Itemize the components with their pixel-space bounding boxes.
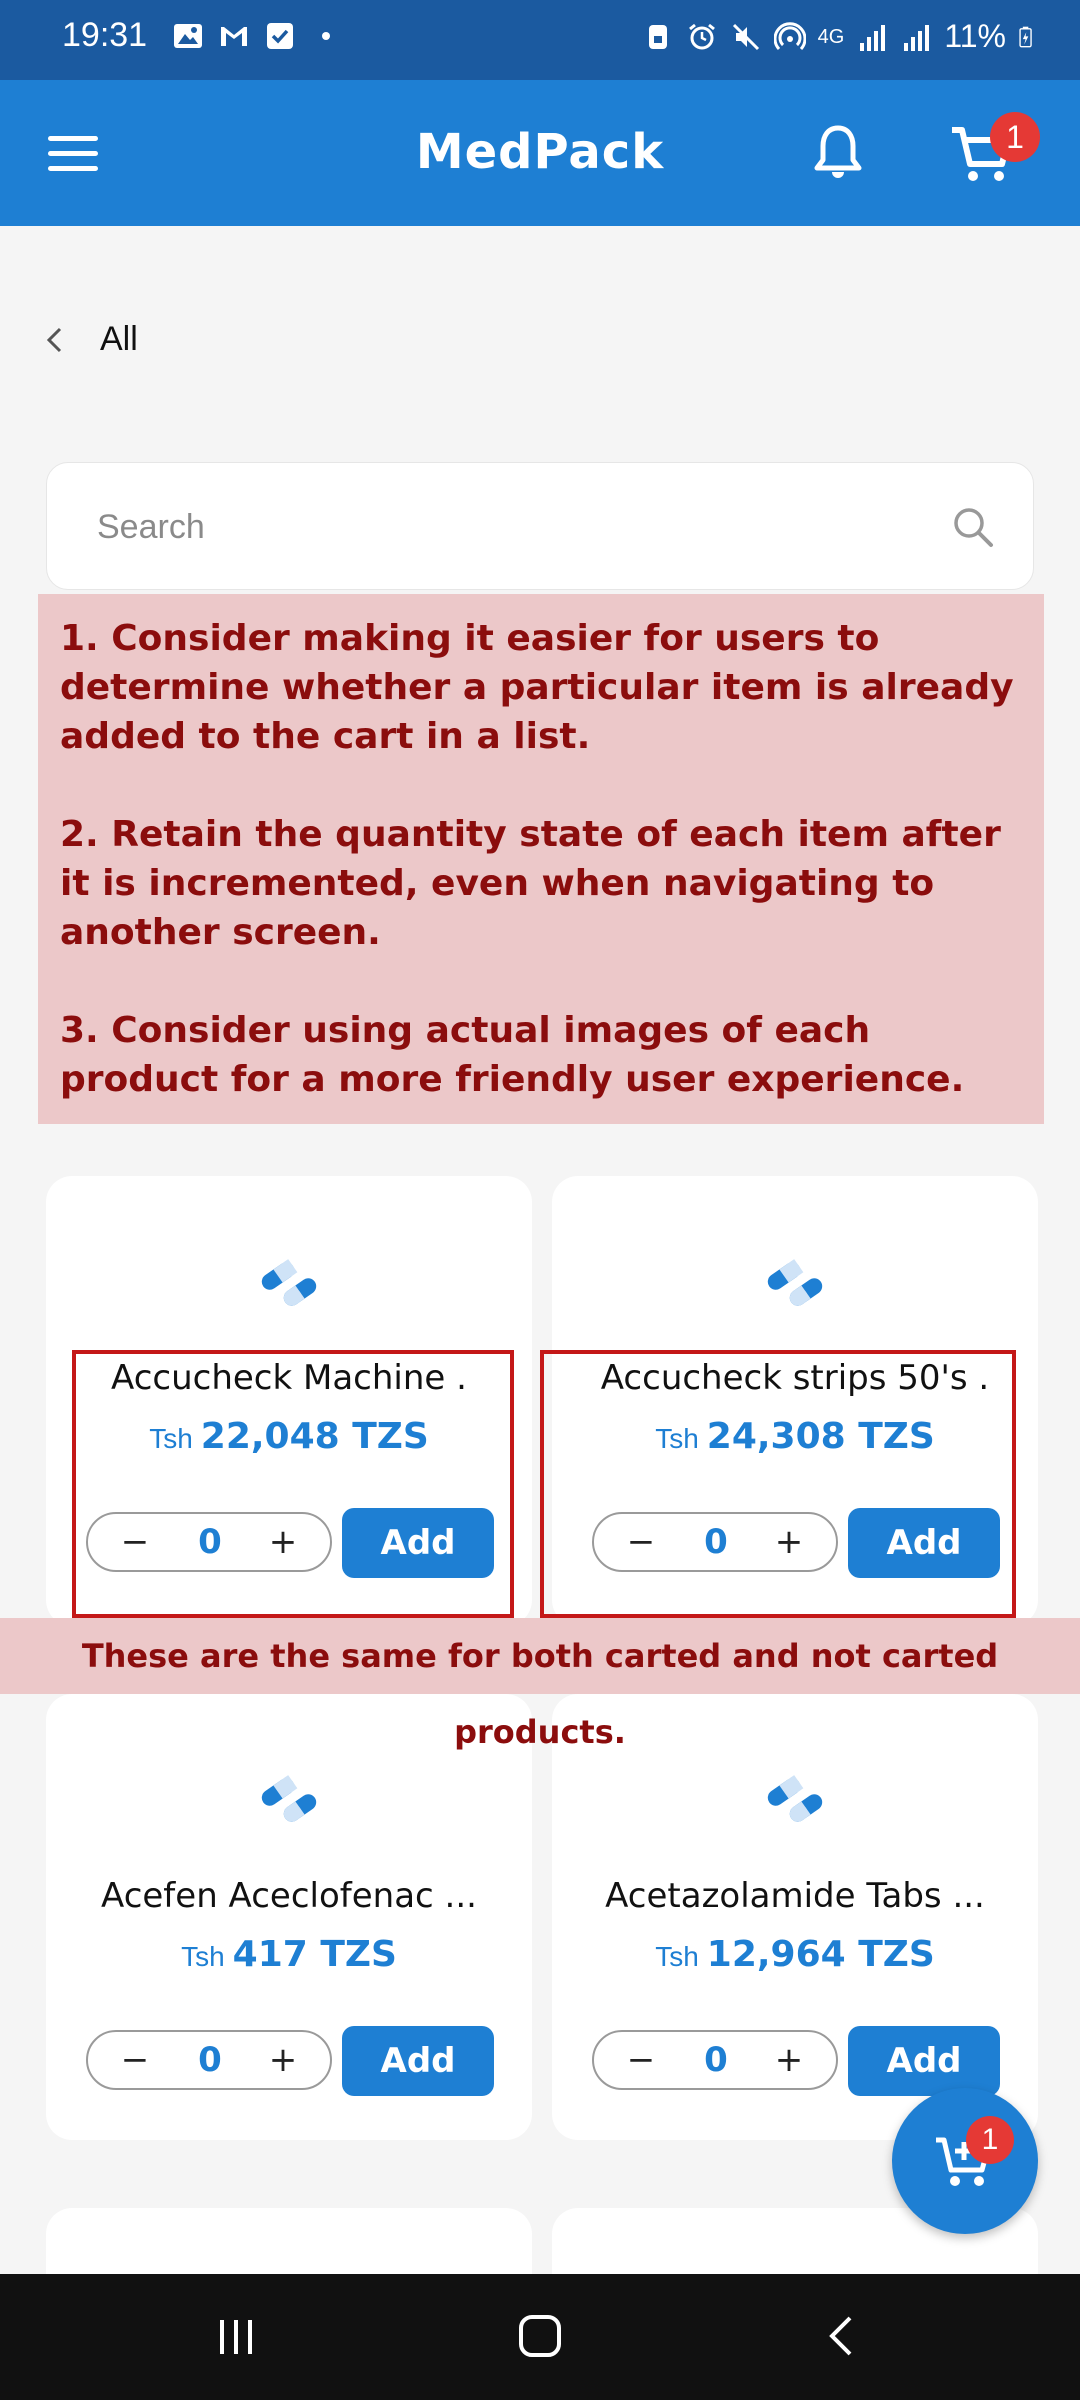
status-bar: 19:31 4G 11%: [0, 0, 1080, 80]
gallery-icon: [174, 24, 202, 48]
cart-badge: 1: [990, 112, 1040, 162]
pill-icon: [261, 1775, 317, 1822]
floating-cart-button[interactable]: 1: [892, 2088, 1038, 2234]
status-left-icons: [172, 20, 342, 52]
product-price: Tsh 417 TZS: [46, 1934, 532, 1975]
status-right-icons: 4G 11%: [642, 18, 1040, 55]
increment-button[interactable]: +: [764, 2038, 814, 2082]
dot-icon: [322, 32, 330, 40]
product-name: Acefen Aceclofenac ...: [101, 1876, 477, 1916]
pill-icon: [767, 1775, 823, 1822]
mute-icon: [732, 23, 759, 50]
app-title: MedPack: [415, 124, 665, 180]
breadcrumb[interactable]: All: [44, 320, 138, 359]
note-2: 2. Retain the quantity state of each ite…: [60, 814, 1001, 953]
recent-apps-icon[interactable]: [214, 2314, 258, 2358]
alarm-icon: [688, 23, 715, 49]
hotspot-icon: [773, 21, 806, 50]
battery-percent: 11%: [944, 18, 1006, 54]
system-nav-bar: [0, 2274, 1080, 2400]
quantity-value[interactable]: 0: [148, 2038, 272, 2082]
price-currency: Tsh: [181, 1941, 225, 1972]
fab-cart-badge: 1: [966, 2116, 1014, 2164]
increment-button[interactable]: +: [258, 2038, 308, 2082]
pill-icon: [261, 1259, 317, 1306]
home-icon[interactable]: [518, 2314, 562, 2358]
product-name: Acetazolamide Tabs ...: [605, 1876, 985, 1916]
sim-lock-icon: [648, 24, 667, 49]
status-time: 19:31: [62, 16, 148, 54]
add-to-cart-button[interactable]: Add: [848, 2026, 1000, 2096]
quantity-stepper: − 0 +: [86, 2030, 332, 2090]
signal-icon-1: [860, 24, 886, 51]
app-bar: MedPack: [0, 80, 1080, 226]
search-icon[interactable]: [951, 505, 995, 549]
pill-icon: [767, 1259, 823, 1306]
quantity-stepper: − 0 +: [592, 2030, 838, 2090]
annotation-notes: 1. Consider making it easier for users t…: [38, 594, 1044, 1124]
search-bar: [46, 462, 1034, 590]
note-3: 3. Consider using actual images of each …: [60, 1010, 965, 1100]
network-type: 4G: [817, 25, 845, 48]
search-input[interactable]: [97, 497, 917, 557]
add-to-cart-button[interactable]: Add: [342, 2026, 494, 2096]
product-price: Tsh 12,964 TZS: [552, 1934, 1038, 1975]
note-1: 1. Consider making it easier for users t…: [60, 618, 1014, 757]
product-card-partial[interactable]: [46, 2208, 532, 2274]
highlight-box: [540, 1350, 1016, 1618]
price-amount: 12,964 TZS: [706, 1934, 935, 1975]
gmail-icon: [221, 27, 247, 46]
signal-icon-2: [904, 24, 930, 51]
price-amount: 417 TZS: [232, 1934, 397, 1975]
chevron-left-icon[interactable]: [44, 325, 64, 355]
annotation-bottom-note: These are the same for both carted and n…: [0, 1618, 1080, 1751]
back-icon[interactable]: [820, 2314, 864, 2358]
price-currency: Tsh: [655, 1941, 699, 1972]
task-icon: [267, 23, 293, 49]
quantity-value[interactable]: 0: [654, 2038, 778, 2082]
highlight-box: [72, 1350, 514, 1618]
notification-bell-icon[interactable]: [810, 122, 866, 182]
battery-charging-icon: [1019, 26, 1032, 47]
breadcrumb-label: All: [100, 320, 138, 358]
